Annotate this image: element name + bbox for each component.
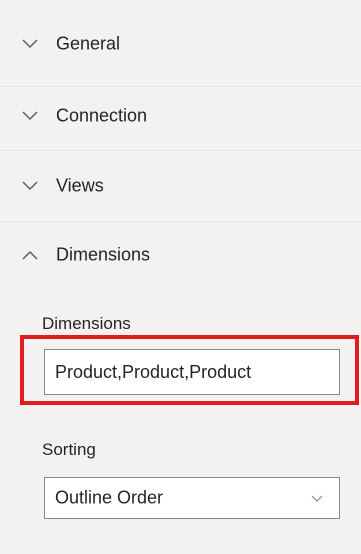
section-general-label: General [56, 33, 121, 54]
properties-panel: General Connection Views Dimensions Dime… [0, 0, 361, 554]
chevron-down-icon [22, 111, 38, 121]
sorting-select-value: Outline Order [55, 487, 164, 508]
section-divider [0, 221, 361, 222]
section-divider [0, 150, 361, 151]
section-divider [0, 86, 361, 87]
section-views-label: Views [56, 175, 104, 196]
section-connection-label: Connection [56, 105, 148, 126]
section-dimensions-header[interactable]: Dimensions [0, 227, 361, 283]
sorting-select[interactable]: Outline Order [44, 477, 340, 519]
dimensions-field-label: Dimensions [42, 314, 131, 333]
section-connection-header[interactable]: Connection [0, 88, 361, 144]
section-general-header[interactable]: General [0, 16, 361, 72]
chevron-down-icon [22, 39, 38, 49]
dimensions-input[interactable] [44, 349, 340, 395]
sorting-field-label: Sorting [42, 440, 96, 459]
chevron-up-icon [22, 250, 38, 260]
section-views-header[interactable]: Views [0, 158, 361, 214]
dropdown-chevron-icon [311, 495, 323, 502]
section-dimensions-label: Dimensions [56, 244, 151, 265]
chevron-down-icon [22, 181, 38, 191]
